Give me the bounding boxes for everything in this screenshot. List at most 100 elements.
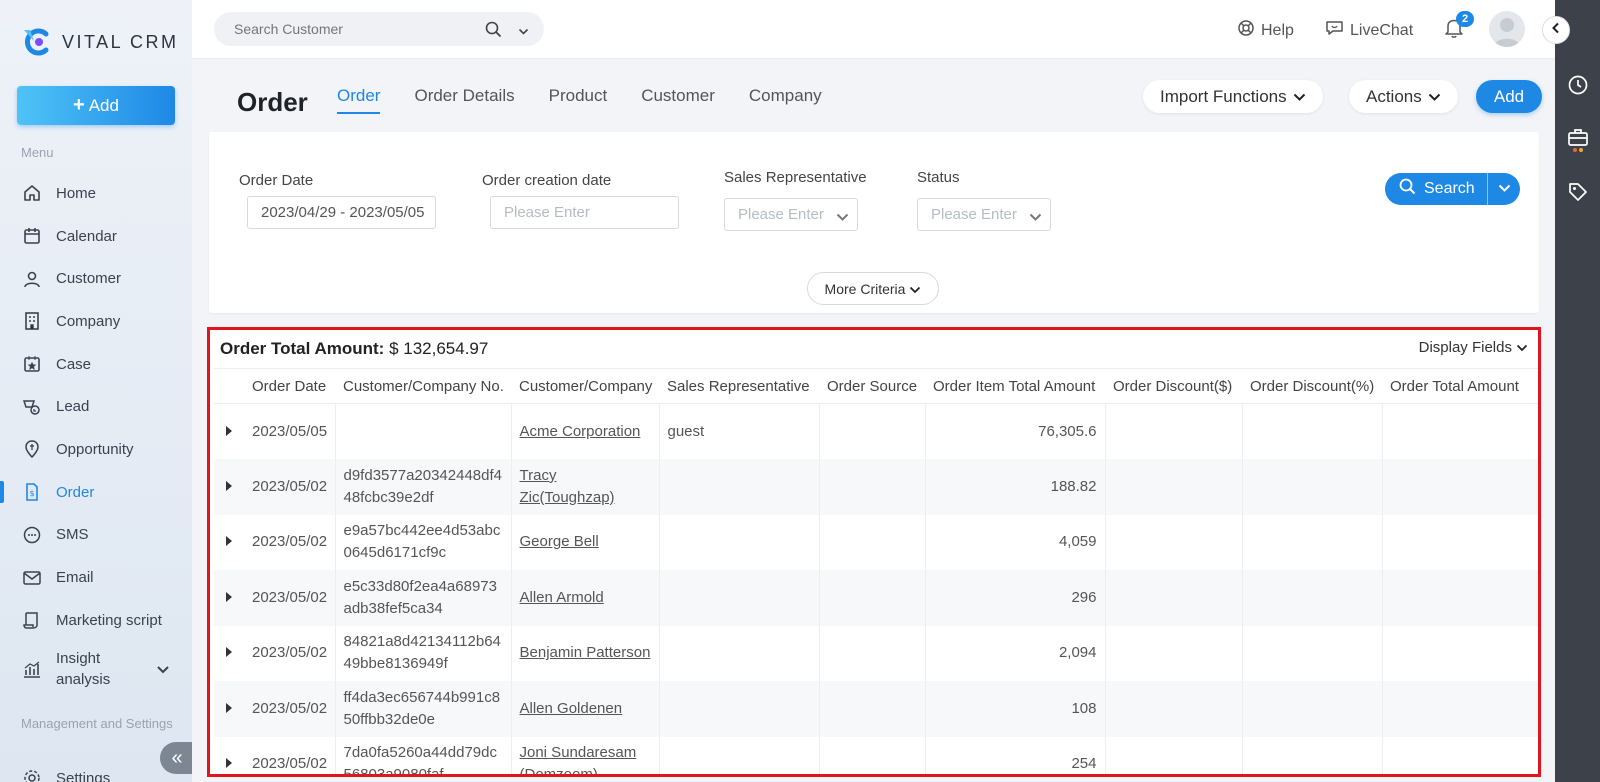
column-header-discount-percent[interactable]: Order Discount(%) bbox=[1242, 368, 1382, 404]
collapse-sidebar-button[interactable]: « bbox=[160, 742, 192, 774]
discount-amount-cell bbox=[1105, 736, 1243, 774]
customer-link[interactable]: Tracy Zic(Toughzap) bbox=[520, 467, 615, 506]
sales-rep-select[interactable]: Please Enter bbox=[724, 198, 858, 231]
creation-date-field[interactable]: Please Enter bbox=[490, 196, 679, 229]
customer-link[interactable]: Joni Sundaresam (Domzoom) bbox=[520, 744, 637, 774]
sidebar-item-company[interactable]: Company bbox=[0, 300, 192, 343]
expand-row-caret-icon[interactable] bbox=[226, 647, 232, 658]
import-functions-label: Import Functions bbox=[1160, 86, 1287, 106]
column-header-order-total[interactable]: Order Total Amount bbox=[1382, 368, 1538, 404]
discount-amount-cell bbox=[1105, 625, 1243, 681]
sidebar-item-sms[interactable]: SMS bbox=[0, 514, 192, 557]
lifebuoy-icon bbox=[1237, 19, 1255, 42]
column-header-expand bbox=[214, 368, 244, 404]
sales-rep-cell bbox=[659, 514, 820, 570]
logo[interactable]: VITAL CRM bbox=[20, 24, 179, 60]
column-header-sales-rep[interactable]: Sales Representative bbox=[659, 368, 819, 404]
customer-cell: Joni Sundaresam (Domzoom) bbox=[511, 736, 660, 774]
sidebar-add-button[interactable]: + Add bbox=[17, 86, 175, 125]
actions-label: Actions bbox=[1366, 86, 1422, 106]
expand-row-caret-icon[interactable] bbox=[226, 758, 232, 769]
expand-cell bbox=[214, 515, 244, 571]
table-row: 2023/05/02 e5c33d80f2ea4a68973adb38fef5ca… bbox=[214, 570, 1538, 626]
sidebar-item-calendar[interactable]: Calendar bbox=[0, 215, 192, 258]
order-total-cell: 2,094 bbox=[1382, 625, 1538, 681]
sidebar-item-lead[interactable]: Lead bbox=[0, 385, 192, 428]
script-icon bbox=[22, 610, 42, 630]
chevron-down-icon bbox=[1498, 180, 1511, 198]
customer-search-input[interactable] bbox=[234, 21, 474, 37]
sidebar-item-email[interactable]: Email bbox=[0, 556, 192, 599]
search-icon bbox=[1399, 178, 1416, 200]
sidebar-item-label: Order bbox=[56, 483, 95, 501]
expand-row-caret-icon[interactable] bbox=[226, 425, 232, 436]
status-placeholder: Please Enter bbox=[931, 206, 1017, 223]
avatar[interactable] bbox=[1489, 11, 1525, 47]
sidebar-item-home[interactable]: Home bbox=[0, 172, 192, 215]
column-header-customer-no[interactable]: Customer/Company No. bbox=[335, 368, 511, 404]
add-order-button[interactable]: Add bbox=[1476, 80, 1542, 113]
table-row: 2023/05/02 d9fd3577a20342448df448fcbc39e2… bbox=[214, 459, 1538, 515]
briefcase-icon[interactable] bbox=[1566, 128, 1590, 152]
expand-row-caret-icon[interactable] bbox=[226, 702, 232, 713]
collapse-right-panel-button[interactable] bbox=[1542, 16, 1570, 44]
order-icon: $ bbox=[22, 482, 42, 502]
discount-amount-cell bbox=[1105, 459, 1243, 515]
status-select[interactable]: Please Enter bbox=[917, 198, 1051, 231]
customer-cell: Benjamin Patterson bbox=[511, 625, 660, 681]
sidebar-item-order[interactable]: $ Order bbox=[0, 471, 192, 514]
sidebar-item-opportunity[interactable]: Opportunity bbox=[0, 428, 192, 471]
customer-link[interactable]: Allen Goldenen bbox=[520, 700, 623, 717]
table-row: 2023/05/02 7da0fa5260a44dd79dc56803a9080f… bbox=[214, 736, 1538, 774]
sidebar-item-marketing-script[interactable]: Marketing script bbox=[0, 599, 192, 642]
column-header-order-date[interactable]: Order Date bbox=[244, 368, 335, 404]
tab-company[interactable]: Company bbox=[749, 86, 822, 114]
sidebar: VITAL CRM + Add Menu Home Calendar Custom… bbox=[0, 0, 192, 782]
sales-rep-cell bbox=[659, 736, 820, 774]
sales-rep-cell: guest bbox=[659, 403, 820, 459]
sidebar-item-case[interactable]: Case bbox=[0, 343, 192, 386]
chat-icon bbox=[1325, 19, 1344, 42]
expand-row-caret-icon[interactable] bbox=[226, 591, 232, 602]
chevron-down-icon bbox=[156, 662, 170, 679]
display-fields-label: Display Fields bbox=[1418, 339, 1512, 356]
expand-row-caret-icon[interactable] bbox=[226, 480, 232, 491]
column-header-item-total[interactable]: Order Item Total Amount bbox=[925, 368, 1105, 404]
sidebar-item-insight-analysis[interactable]: Insight analysis bbox=[0, 642, 192, 696]
sidebar-item-settings[interactable]: Settings bbox=[22, 768, 110, 782]
help-link[interactable]: Help bbox=[1237, 19, 1294, 42]
column-header-customer[interactable]: Customer/Company bbox=[511, 368, 659, 404]
item-total-cell: 2,094 bbox=[925, 625, 1106, 681]
search-options-dropdown[interactable] bbox=[1488, 180, 1520, 198]
tag-icon[interactable] bbox=[1566, 180, 1590, 204]
sidebar-add-label: Add bbox=[88, 95, 119, 115]
customer-link[interactable]: Acme Corporation bbox=[520, 423, 641, 440]
display-fields-button[interactable]: Display Fields bbox=[1419, 339, 1528, 356]
sidebar-item-customer[interactable]: Customer bbox=[0, 257, 192, 300]
table-row: 2023/05/02 84821a8d42134112b6449bbe813694… bbox=[214, 625, 1538, 681]
more-criteria-button[interactable]: More Criteria bbox=[807, 272, 939, 305]
tab-product[interactable]: Product bbox=[549, 86, 608, 114]
tab-customer[interactable]: Customer bbox=[641, 86, 715, 114]
search-button[interactable]: Search bbox=[1385, 173, 1520, 205]
livechat-link[interactable]: LiveChat bbox=[1325, 19, 1413, 42]
order-total-value: $ 132,654.97 bbox=[389, 339, 489, 358]
import-functions-button[interactable]: Import Functions bbox=[1143, 80, 1323, 113]
order-total-label: Order Total Amount: bbox=[220, 339, 385, 358]
item-total-cell: 188.82 bbox=[925, 459, 1106, 515]
column-header-order-source[interactable]: Order Source bbox=[819, 368, 925, 404]
column-header-discount-amount[interactable]: Order Discount($) bbox=[1105, 368, 1242, 404]
order-date-field[interactable]: 2023/04/29 - 2023/05/05 bbox=[247, 196, 436, 229]
tab-order-details[interactable]: Order Details bbox=[414, 86, 514, 114]
customer-link[interactable]: Allen Armold bbox=[520, 589, 604, 606]
chevron-down-icon[interactable] bbox=[518, 23, 529, 39]
customer-link[interactable]: George Bell bbox=[520, 533, 599, 550]
customer-link[interactable]: Benjamin Patterson bbox=[520, 644, 651, 661]
menu-title: Menu bbox=[21, 145, 54, 160]
discount-amount-cell bbox=[1105, 514, 1243, 570]
clock-icon[interactable] bbox=[1566, 73, 1590, 97]
expand-row-caret-icon[interactable] bbox=[226, 536, 232, 547]
search-icon[interactable] bbox=[485, 21, 502, 41]
tab-order[interactable]: Order bbox=[337, 86, 381, 114]
actions-button[interactable]: Actions bbox=[1349, 80, 1458, 113]
